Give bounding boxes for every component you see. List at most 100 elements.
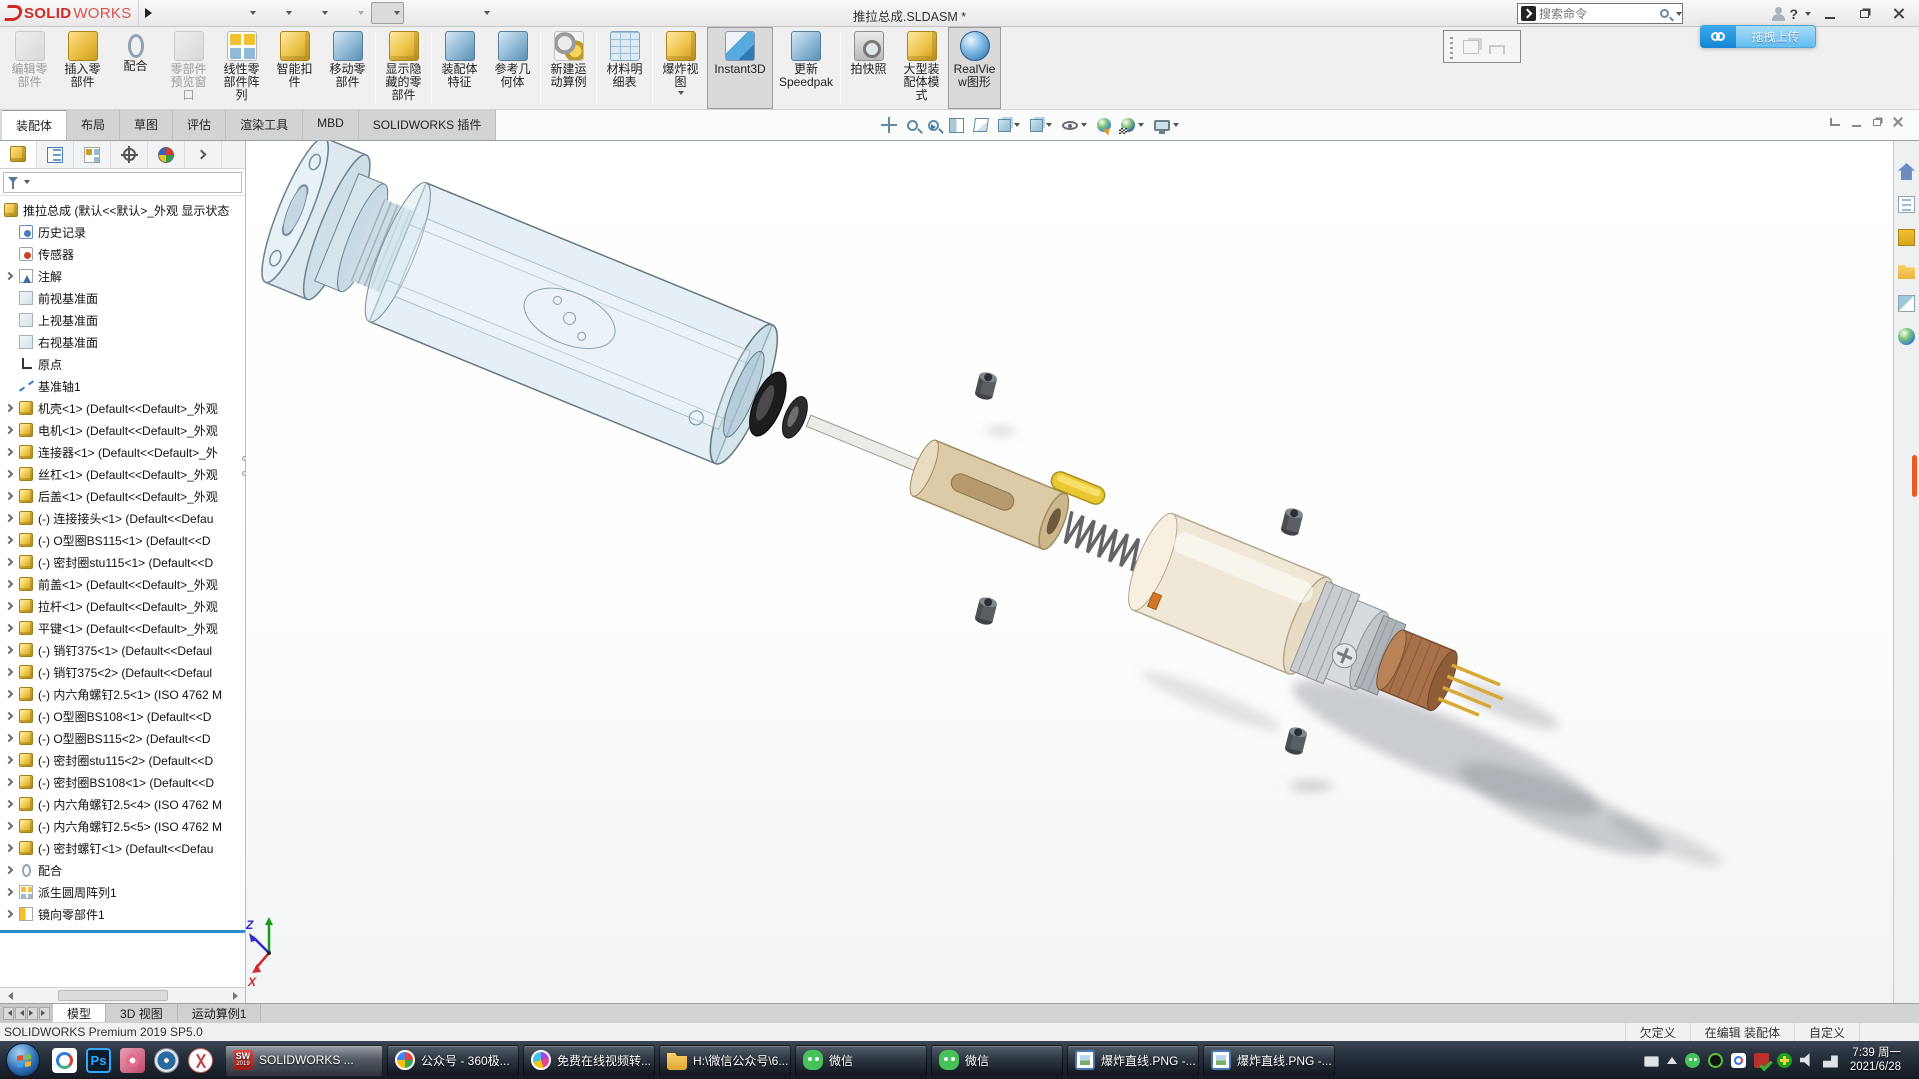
baidu-netdisk-tray-icon[interactable] [1730,1052,1746,1068]
tree-item[interactable]: (-) 密封螺钉<1> (Default<<Defau [0,837,245,859]
show-hidden-icons-icon[interactable] [1666,1052,1677,1064]
command-tab[interactable]: MBD [303,110,359,140]
tree-item[interactable]: 派生圆周阵列1 [0,881,245,903]
ribbon-button[interactable]: 大型装配体模式 [895,27,948,109]
command-tab[interactable]: 装配体 [2,110,68,140]
help-dropdown-icon[interactable] [1805,11,1811,19]
task-button[interactable]: 微信 [795,1044,927,1076]
transparent-housing-part[interactable] [354,176,790,470]
task-button[interactable]: 微信 [931,1044,1063,1076]
document-tab[interactable]: 3D 视图 [106,1004,178,1022]
design-library-icon[interactable] [1898,229,1915,246]
expand-arrow-icon[interactable] [4,579,14,589]
expand-arrow-icon[interactable] [4,469,14,479]
tree-item[interactable]: (-) 密封圈BS108<1> (Default<<D [0,771,245,793]
tree-item[interactable]: (-) O型圈BS115<2> (Default<<D [0,727,245,749]
command-tab[interactable]: 评估 [173,110,227,140]
tree-item[interactable]: (-) 销钉375<2> (Default<<Defaul [0,661,245,683]
expand-arrow-icon[interactable] [4,403,14,413]
file-properties-icon[interactable] [434,2,458,24]
tree-item[interactable]: 配合 [0,859,245,881]
close-button[interactable] [1883,3,1913,24]
ribbon-button[interactable]: 移动零部件 [321,27,374,109]
customize-status[interactable]: 自定义 [1793,1023,1859,1041]
tree-root-item[interactable]: 推拉总成 (默认<<默认>_外观 显示状态 [0,199,245,221]
options-icon[interactable] [461,2,494,24]
expand-arrow-icon[interactable] [4,513,14,523]
last-tab-button[interactable] [39,1006,50,1020]
dropdown-arrow-icon[interactable] [357,11,364,18]
dropdown-arrow-icon[interactable] [1046,123,1052,130]
expand-arrow-icon[interactable] [4,909,14,919]
minimize-document-icon[interactable] [1852,125,1861,127]
expand-arrow-icon[interactable] [4,557,14,567]
restore-button[interactable] [1849,3,1879,24]
command-tab[interactable]: 渲染工具 [226,110,304,140]
tree-item[interactable]: 上视基准面 [0,309,245,331]
graphics-viewport[interactable]: Z X [246,141,1893,1003]
tree-item[interactable]: 基准轴1 [0,375,245,397]
menu-flyout-icon[interactable] [144,8,157,18]
socket-screw-part[interactable] [1284,725,1308,757]
dropdown-arrow-icon[interactable] [1014,123,1020,130]
task-button[interactable]: H:\微信公众号\6... [659,1044,791,1076]
prev-tab-button[interactable] [15,1006,26,1020]
expand-arrow-icon[interactable] [4,821,14,831]
expand-arrow-icon[interactable] [4,491,14,501]
volume-icon[interactable] [1799,1053,1810,1067]
new-file-icon[interactable] [200,2,224,24]
ribbon-button[interactable]: 新建运动算例 [542,27,595,109]
open-file-icon[interactable] [227,2,260,24]
start-button[interactable] [6,1043,40,1077]
pane-scroll-indicator[interactable] [1912,455,1917,497]
tree-item[interactable]: (-) 连接接头<1> (Default<<Defau [0,507,245,529]
tree-item[interactable]: (-) 密封圈stu115<2> (Default<<D [0,749,245,771]
tree-item[interactable]: (-) 内六角螺钉2.5<1> (ISO 4762 M [0,683,245,705]
taskbar-clock[interactable]: 7:39 周一 2021/6/28 [1846,1046,1911,1074]
network-icon[interactable] [1822,1055,1838,1068]
dropdown-arrow-icon[interactable] [1138,123,1144,130]
command-search-box[interactable] [1517,3,1683,24]
tree-item[interactable]: 右视基准面 [0,331,245,353]
ghost-step-profile-icon[interactable] [1489,44,1505,54]
upload-badge-label[interactable]: 拖拽上传 [1736,25,1816,48]
netdisk-upload-badge[interactable]: 拖拽上传 [1700,25,1816,48]
previous-window-icon[interactable] [1830,118,1840,126]
tree-item[interactable]: 注解 [0,265,245,287]
minimize-button[interactable] [1815,3,1845,24]
tree-item[interactable]: (-) O型圈BS115<1> (Default<<D [0,529,245,551]
home-icon[interactable] [173,2,197,24]
tree-item[interactable]: 拉杆<1> (Default<<Default>_外观 [0,595,245,617]
task-button[interactable]: SW 2019 SOLIDWORKS ... [225,1044,383,1076]
expand-arrow-icon[interactable] [4,271,14,281]
zoom-to-area-icon[interactable] [904,112,921,138]
save-icon[interactable] [263,2,296,24]
document-tab[interactable]: 运动算例1 [177,1004,262,1022]
edit-appearance-icon[interactable] [1094,112,1114,138]
tree-item[interactable]: 丝杠<1> (Default<<Default>_外观 [0,463,245,485]
filter-dropdown-icon[interactable] [24,180,30,187]
tree-item[interactable]: 机壳<1> (Default<<Default>_外观 [0,397,245,419]
scroll-right-button[interactable] [229,988,245,1003]
command-tab[interactable]: SOLIDWORKS 插件 [358,110,497,140]
ribbon-button[interactable]: 爆炸视图 [654,27,707,109]
search-scope-icon[interactable] [1521,6,1536,21]
expand-arrow-icon[interactable] [4,799,14,809]
scroll-left-button[interactable] [0,988,16,1003]
previous-view-icon[interactable] [925,112,942,138]
dropdown-arrow-icon[interactable] [249,11,256,18]
image-viewer-app-icon[interactable] [120,1047,145,1073]
tree-filter-input[interactable] [3,171,242,193]
command-tab[interactable]: 布局 [67,110,121,140]
expand-arrow-icon[interactable] [4,865,14,875]
rebuild-icon[interactable] [407,2,431,24]
dynamic-annotation-views-icon[interactable] [971,112,991,138]
drag-grip-icon[interactable] [1450,34,1453,59]
help-icon[interactable]: ? [1789,6,1798,22]
expand-arrow-icon[interactable] [4,623,14,633]
exploded-assembly-model[interactable]: Z X [246,141,1893,1003]
tree-horizontal-scrollbar[interactable] [0,987,245,1003]
search-dropdown-icon[interactable] [1676,11,1682,19]
appearances-scenes-icon[interactable] [1898,328,1915,345]
ribbon-button[interactable]: 参考几何体 [486,27,539,109]
